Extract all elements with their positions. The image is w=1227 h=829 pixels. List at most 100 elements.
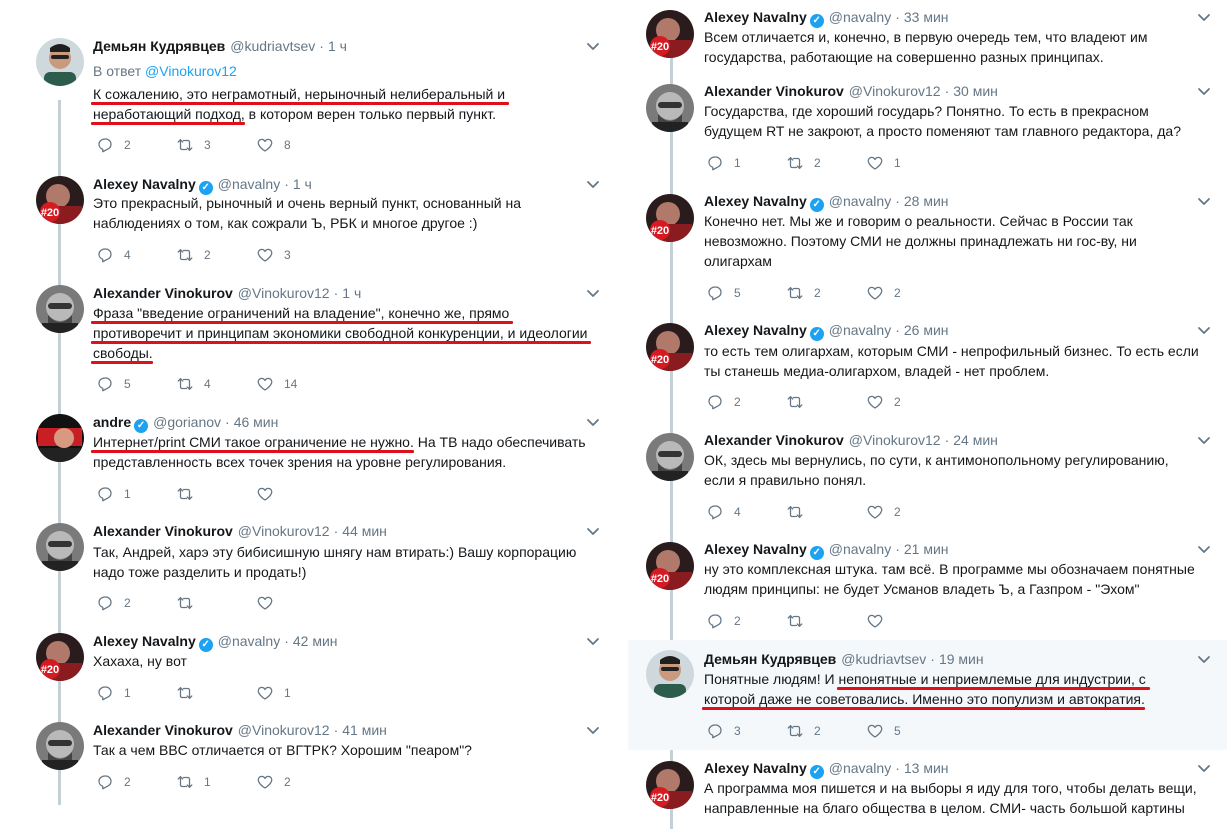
author-handle[interactable]: @Vinokurov12 [849, 83, 941, 99]
chevron-down-icon[interactable] [1196, 432, 1212, 448]
tweet[interactable]: #20 Alexey Navalny ✓ @navalny · 33 мин Всем от… [628, 0, 1227, 76]
timestamp[interactable]: 13 мин [904, 760, 949, 776]
timestamp[interactable]: 19 мин [939, 651, 984, 667]
reply-button[interactable]: 2 [96, 135, 131, 155]
avatar[interactable] [36, 38, 84, 86]
timestamp[interactable]: 28 мин [904, 193, 949, 209]
retweet-button[interactable]: 4 [176, 374, 211, 394]
like-button[interactable]: 2 [866, 502, 901, 522]
timestamp[interactable]: 46 мин [234, 414, 279, 430]
chevron-down-icon[interactable] [1196, 760, 1212, 776]
like-button[interactable] [866, 611, 894, 631]
chevron-down-icon[interactable] [585, 633, 601, 649]
author-name[interactable]: Alexey Navalny [93, 176, 196, 192]
chevron-down-icon[interactable] [1196, 9, 1212, 25]
avatar[interactable] [36, 722, 84, 770]
avatar[interactable]: #20 [36, 633, 84, 681]
retweet-button[interactable]: 3 [176, 135, 211, 155]
timestamp[interactable]: 26 мин [904, 322, 949, 338]
timestamp[interactable]: 1 ч [293, 176, 312, 192]
avatar[interactable] [646, 433, 694, 481]
author-name[interactable]: Alexander Vinokurov [704, 432, 844, 448]
like-button[interactable]: 2 [866, 283, 901, 303]
tweet[interactable]: #20 Alexey Navalny ✓ @navalny · 42 мин Хахаха,… [0, 626, 614, 712]
retweet-button[interactable] [786, 502, 814, 522]
reply-button[interactable]: 4 [96, 245, 131, 265]
avatar[interactable]: #20 [646, 542, 694, 590]
author-name[interactable]: Alexey Navalny [704, 541, 807, 557]
chevron-down-icon[interactable] [585, 38, 601, 54]
author-handle[interactable]: @navalny [829, 541, 891, 557]
chevron-down-icon[interactable] [585, 523, 601, 539]
retweet-button[interactable] [786, 392, 814, 412]
timestamp[interactable]: 24 мин [953, 432, 998, 448]
reply-button[interactable]: 1 [706, 153, 741, 173]
reply-button[interactable]: 2 [96, 593, 131, 613]
chevron-down-icon[interactable] [1196, 83, 1212, 99]
author-handle[interactable]: @Vinokurov12 [238, 523, 330, 539]
author-handle[interactable]: @kudriavtsev [841, 651, 926, 667]
author-handle[interactable]: @navalny [829, 322, 891, 338]
tweet[interactable]: andre ✓ @gorianov · 46 мин Интернет/print СМИ… [0, 406, 614, 516]
tweet[interactable]: Демьян Кудрявцев @kudriavtsev · 19 мин Понят… [628, 640, 1227, 750]
avatar[interactable]: #20 [646, 194, 694, 242]
timestamp[interactable]: 41 мин [342, 722, 387, 738]
tweet[interactable]: #20 Alexey Navalny ✓ @navalny · 26 мин то есть… [628, 316, 1227, 426]
chevron-down-icon[interactable] [585, 285, 601, 301]
author-handle[interactable]: @kudriavtsev [230, 38, 315, 54]
like-button[interactable]: 2 [256, 772, 291, 792]
chevron-down-icon[interactable] [1196, 193, 1212, 209]
retweet-button[interactable] [786, 611, 814, 631]
author-name[interactable]: Alexander Vinokurov [704, 83, 844, 99]
author-handle[interactable]: @navalny [829, 760, 891, 776]
author-name[interactable]: Alexey Navalny [704, 193, 807, 209]
timestamp[interactable]: 21 мин [904, 541, 949, 557]
reply-button[interactable]: 1 [96, 484, 131, 504]
retweet-button[interactable] [176, 683, 204, 703]
reply-button[interactable]: 5 [706, 283, 741, 303]
reply-button[interactable]: 4 [706, 502, 741, 522]
tweet[interactable]: Alexander Vinokurov @Vinokurov12 · 30 мин Го… [628, 76, 1227, 186]
like-button[interactable]: 3 [256, 245, 291, 265]
reply-button[interactable]: 3 [706, 721, 741, 741]
retweet-button[interactable] [176, 484, 204, 504]
timestamp[interactable]: 1 ч [342, 285, 361, 301]
tweet[interactable]: #20 Alexey Navalny ✓ @navalny · 13 мин А прогр… [628, 750, 1227, 829]
timestamp[interactable]: 42 мин [293, 633, 338, 649]
timestamp[interactable]: 33 мин [904, 9, 949, 25]
chevron-down-icon[interactable] [1196, 541, 1212, 557]
author-name[interactable]: andre [93, 414, 131, 430]
like-button[interactable] [256, 484, 284, 504]
like-button[interactable]: 5 [866, 721, 901, 741]
reply-button[interactable]: 2 [96, 772, 131, 792]
author-name[interactable]: Alexander Vinokurov [93, 722, 233, 738]
chevron-down-icon[interactable] [585, 414, 601, 430]
author-name[interactable]: Демьян Кудрявцев [704, 651, 836, 667]
author-handle[interactable]: @gorianov [153, 414, 221, 430]
like-button[interactable]: 1 [256, 683, 291, 703]
chevron-down-icon[interactable] [585, 722, 601, 738]
author-handle[interactable]: @navalny [829, 9, 891, 25]
timestamp[interactable]: 44 мин [342, 523, 387, 539]
author-name[interactable]: Alexander Vinokurov [93, 523, 233, 539]
tweet[interactable]: Alexander Vinokurov @Vinokurov12 · 44 мин Та… [0, 516, 614, 626]
retweet-button[interactable]: 2 [786, 283, 821, 303]
avatar[interactable] [36, 523, 84, 571]
author-handle[interactable]: @Vinokurov12 [849, 432, 941, 448]
like-button[interactable]: 1 [866, 153, 901, 173]
author-name[interactable]: Alexey Navalny [704, 760, 807, 776]
avatar[interactable]: #20 [646, 10, 694, 58]
avatar[interactable]: #20 [36, 176, 84, 224]
author-handle[interactable]: @Vinokurov12 [238, 285, 330, 301]
author-name[interactable]: Alexey Navalny [93, 633, 196, 649]
reply-button[interactable]: 1 [96, 683, 131, 703]
author-handle[interactable]: @navalny [829, 193, 891, 209]
tweet[interactable]: #20 Alexey Navalny ✓ @navalny · 28 мин Конечно… [628, 186, 1227, 316]
like-button[interactable] [256, 593, 284, 613]
tweet[interactable]: Демьян Кудрявцев @kudriavtsev · 1 ч В ответ … [0, 0, 614, 168]
reply-button[interactable]: 2 [706, 392, 741, 412]
avatar[interactable]: #20 [646, 323, 694, 371]
author-name[interactable]: Alexey Navalny [704, 9, 807, 25]
timestamp[interactable]: 1 ч [328, 38, 347, 54]
author-handle[interactable]: @navalny [218, 633, 280, 649]
